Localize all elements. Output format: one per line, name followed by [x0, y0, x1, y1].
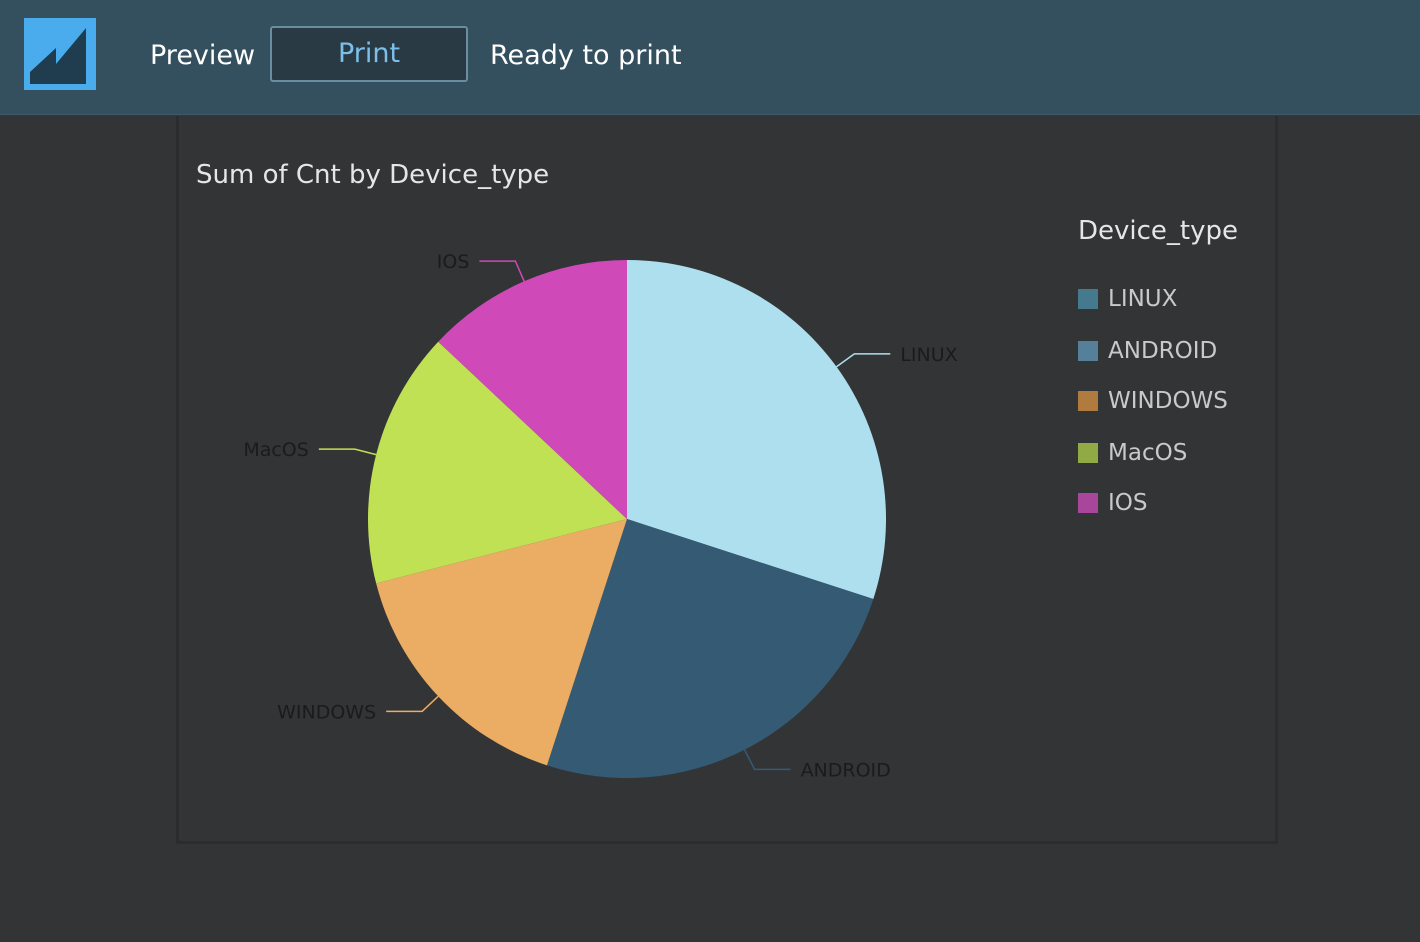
legend-swatch: [1078, 341, 1098, 361]
app-logo-icon: [24, 18, 96, 90]
pie-label-android: ANDROID: [801, 759, 891, 781]
legend-label: MacOS: [1108, 440, 1188, 466]
chart-title: Sum of Cnt by Device_type: [196, 160, 550, 190]
legend-swatch: [1078, 391, 1098, 411]
legend-label: WINDOWS: [1108, 388, 1228, 414]
pie-label-macos: MacOS: [243, 439, 309, 461]
pie-label-windows: WINDOWS: [277, 701, 376, 723]
pie-label-linux: LINUX: [900, 344, 957, 366]
status-text: Ready to print: [490, 40, 682, 71]
legend-item-macos[interactable]: MacOS: [1078, 438, 1187, 468]
legend-swatch: [1078, 289, 1098, 309]
pie-label-ios: IOS: [437, 251, 470, 273]
legend-label: IOS: [1108, 490, 1148, 516]
legend-item-ios[interactable]: IOS: [1078, 488, 1148, 518]
top-toolbar: Preview Print Ready to print: [0, 0, 1420, 115]
legend-title: Device_type: [1078, 216, 1238, 246]
legend-item-android[interactable]: ANDROID: [1078, 336, 1217, 366]
legend-swatch: [1078, 443, 1098, 463]
legend-label: ANDROID: [1108, 338, 1218, 364]
legend-label: LINUX: [1108, 286, 1178, 312]
legend-item-linux[interactable]: LINUX: [1078, 284, 1177, 314]
legend-item-windows[interactable]: WINDOWS: [1078, 386, 1228, 416]
print-button[interactable]: Print: [270, 26, 468, 82]
legend-swatch: [1078, 493, 1098, 513]
preview-tab[interactable]: Preview: [150, 38, 255, 74]
